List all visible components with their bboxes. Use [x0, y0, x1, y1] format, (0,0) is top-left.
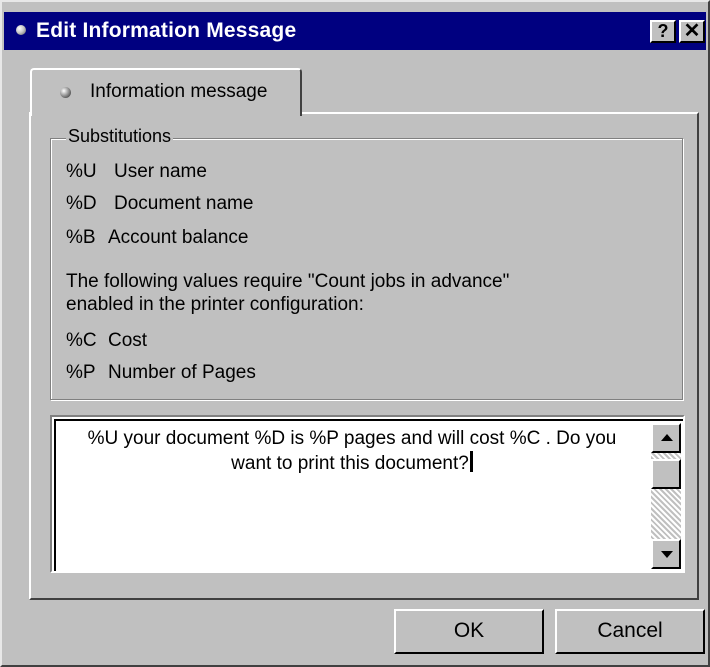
- ok-button[interactable]: OK: [394, 609, 544, 654]
- message-line: %U your document %D is %P pages and will…: [87, 428, 617, 449]
- substitution-code: %C: [66, 330, 97, 351]
- count-jobs-note: The following values require "Count jobs…: [66, 270, 666, 316]
- substitution-description: Cost: [108, 330, 148, 351]
- substitution-code: %B: [66, 227, 96, 248]
- vertical-scrollbar[interactable]: [651, 423, 681, 569]
- bullet-icon: [60, 87, 71, 98]
- substitution-document-name: %D Document name: [66, 193, 253, 215]
- window-icon: [16, 25, 26, 35]
- cancel-button[interactable]: Cancel: [555, 609, 705, 654]
- tab-information-message[interactable]: Information message: [30, 68, 302, 116]
- help-button[interactable]: ?: [650, 20, 676, 43]
- substitution-cost: %C Cost: [66, 330, 147, 352]
- arrow-up-icon: [661, 434, 673, 441]
- substitution-code: %U: [66, 161, 97, 182]
- substitution-description: Document name: [114, 193, 254, 214]
- tab-label: Information message: [90, 81, 268, 102]
- substitution-description: Account balance: [108, 227, 249, 248]
- message-line-with-caret: want to print this document?: [58, 451, 646, 476]
- close-button[interactable]: ✕: [679, 20, 705, 43]
- message-line: want to print this document?: [231, 453, 469, 474]
- substitution-user-name: %U User name: [66, 161, 207, 183]
- note-line: enabled in the printer configuration:: [66, 294, 364, 315]
- textarea-inner-border: %U your document %D is %P pages and will…: [54, 419, 683, 571]
- arrow-down-icon: [661, 551, 673, 558]
- note-line: The following values require "Count jobs…: [66, 271, 510, 292]
- scroll-down-button[interactable]: [651, 539, 681, 569]
- title-bar[interactable]: Edit Information Message ? ✕: [4, 12, 706, 50]
- text-caret: [469, 451, 473, 472]
- substitutions-legend: Substitutions: [66, 126, 174, 147]
- scroll-up-button[interactable]: [651, 423, 681, 453]
- substitution-description: User name: [114, 161, 207, 182]
- substitution-account-balance: %B Account balance: [66, 227, 249, 249]
- substitution-description: Number of Pages: [108, 362, 256, 383]
- dialog-window: Edit Information Message ? ✕ Information…: [0, 0, 710, 667]
- message-textarea[interactable]: %U your document %D is %P pages and will…: [50, 415, 685, 573]
- scroll-thumb[interactable]: [651, 459, 681, 489]
- substitution-code: %D: [66, 193, 97, 214]
- substitution-code: %P: [66, 362, 96, 383]
- message-text[interactable]: %U your document %D is %P pages and will…: [58, 427, 646, 476]
- window-title: Edit Information Message: [36, 19, 297, 42]
- substitution-number-of-pages: %P Number of Pages: [66, 362, 256, 384]
